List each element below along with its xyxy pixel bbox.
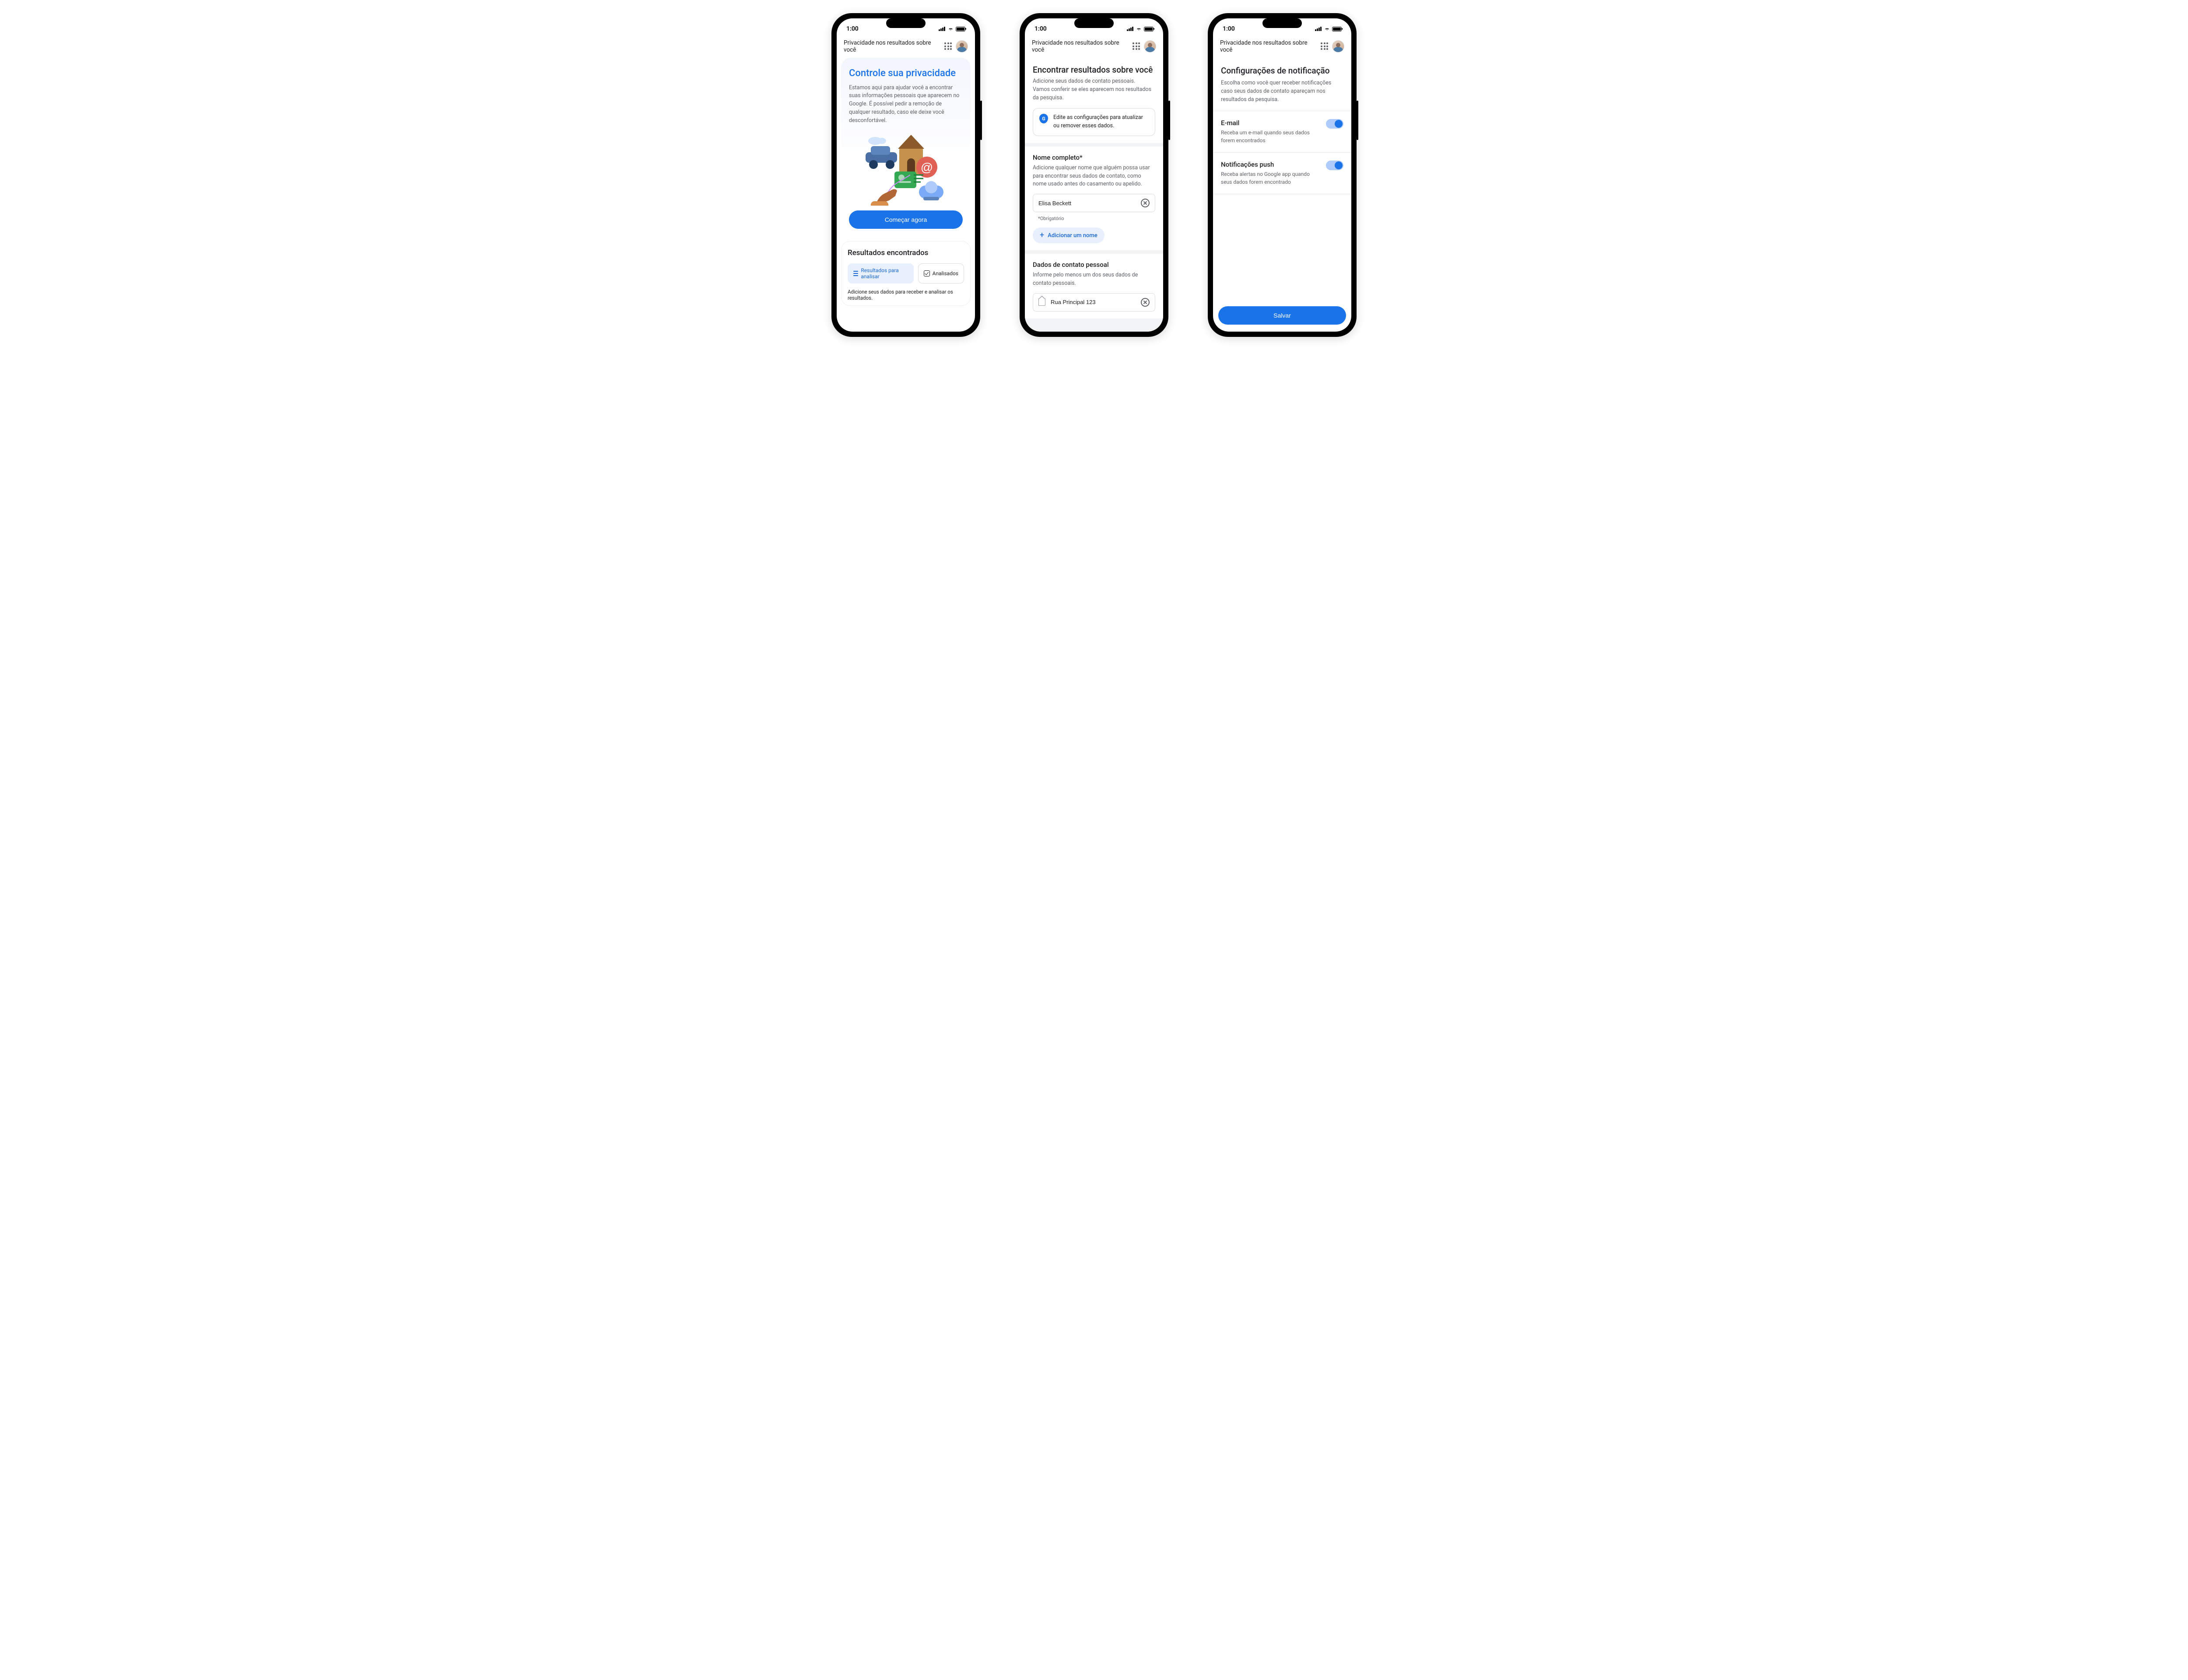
info-box[interactable]: G Edite as configurações para atualizar … [1033,108,1155,136]
screen-2: 1:00 Privacidade nos resultados sobre vo… [1025,18,1163,332]
page-title: Privacidade nos resultados sobre você [1220,39,1317,53]
address-input[interactable] [1051,299,1137,305]
status-bar: 1:00 [1025,18,1163,36]
avatar[interactable] [956,40,968,52]
push-toggle-row: Notificações push Receba alertas no Goog… [1213,153,1351,194]
page-title: Privacidade nos resultados sobre você [1032,39,1129,53]
status-bar: 1:00 [1213,18,1351,36]
email-toggle-row: E-mail Receba um e-mail quando seus dado… [1213,111,1351,153]
push-toggle-label: Notificações push [1221,161,1321,168]
hero-title: Controle sua privacidade [849,67,963,80]
page-title: Privacidade nos resultados sobre você [844,39,941,53]
chip-label: Resultados para analisar [861,267,908,280]
notification-settings-heading: Configurações de notificação [1221,66,1343,76]
add-name-button[interactable]: + Adicionar um nome [1033,228,1105,243]
shield-icon: G [1039,114,1048,123]
status-time: 1:00 [1034,25,1047,32]
app-header: Privacidade nos resultados sobre você [1213,36,1351,58]
svg-text:@: @ [921,161,933,174]
cellular-signal-icon [1315,27,1322,31]
contact-field-label: Dados de contato pessoal [1033,261,1155,269]
status-icons [1127,26,1154,32]
avatar[interactable] [1144,40,1156,52]
battery-icon [1332,27,1342,32]
chip-results-to-review[interactable]: Resultados para analisar [848,263,914,284]
status-icons [939,26,965,32]
intro-block: Encontrar resultados sobre você Adicione… [1025,58,1163,143]
notification-settings-sub: Escolha como você quer receber notificaç… [1221,79,1343,104]
phone-mockup-2: 1:00 Privacidade nos resultados sobre vo… [1020,13,1168,337]
status-time: 1:00 [1223,25,1235,32]
wifi-icon [947,26,954,32]
results-card: Resultados encontrados Resultados para a… [841,241,971,306]
chip-reviewed[interactable]: Analisados [918,263,964,284]
home-icon [1038,299,1045,306]
content-area: Encontrar resultados sobre você Adicione… [1025,58,1163,332]
wifi-icon [1136,26,1142,32]
get-started-button[interactable]: Começar agora [849,210,963,229]
push-toggle-desc: Receba alertas no Google app quando seus… [1221,170,1321,186]
cellular-signal-icon [939,27,946,31]
status-bar: 1:00 [837,18,975,36]
save-footer: Salvar [1218,306,1346,325]
intro-line-1: Adicione seus dados de contato pessoais. [1033,77,1155,86]
hero-illustration: @ [849,129,963,208]
screen-1: 1:00 Privacidade nos resultados sobre vo… [837,18,975,332]
apps-grid-icon[interactable] [1133,42,1140,50]
push-toggle-text: Notificações push Receba alertas no Goog… [1221,161,1321,186]
required-hint: *Obrigatório [1038,216,1155,221]
save-button[interactable]: Salvar [1218,306,1346,325]
clear-address-icon[interactable] [1141,298,1150,307]
email-toggle-text: E-mail Receba um e-mail quando seus dado… [1221,119,1321,144]
find-results-heading: Encontrar resultados sobre você [1033,65,1155,75]
contact-block: Dados de contato pessoal Informe pelo me… [1025,254,1163,318]
status-icons [1315,26,1342,32]
intro-line-2: Vamos conferir se eles aparecem nos resu… [1033,86,1155,102]
address-input-row[interactable] [1033,293,1155,312]
hero-description: Estamos aqui para ajudar você a encontra… [849,84,963,125]
name-input-row[interactable] [1033,194,1155,212]
phone-mockup-3: 1:00 Privacidade nos resultados sobre vo… [1208,13,1357,337]
app-header: Privacidade nos resultados sobre você [837,36,975,58]
full-name-input[interactable] [1038,200,1137,206]
content-area: Configurações de notificação Escolha com… [1213,58,1351,332]
contact-field-hint: Informe pelo menos um dos seus dados de … [1033,271,1155,288]
results-footer-note: Adicione seus dados para receber e anali… [848,289,964,301]
hero-card: Controle sua privacidade Estamos aqui pa… [841,58,971,236]
plus-icon: + [1040,231,1044,239]
email-toggle-label: E-mail [1221,119,1321,127]
name-block: Nome completo* Adicione qualquer nome qu… [1025,147,1163,250]
check-icon [924,270,930,276]
phone-mockup-1: 1:00 Privacidade nos resultados sobre vo… [831,13,980,337]
clear-name-icon[interactable] [1141,199,1150,207]
battery-icon [956,27,965,32]
app-header: Privacidade nos resultados sobre você [1025,36,1163,58]
push-switch[interactable] [1326,161,1343,170]
add-name-label: Adicionar um nome [1048,232,1098,239]
wifi-icon [1324,26,1330,32]
chip-row: Resultados para analisar Analisados [848,263,964,284]
email-switch[interactable] [1326,119,1343,129]
cellular-signal-icon [1127,27,1134,31]
battery-icon [1144,27,1154,32]
info-text: Edite as configurações para atualizar ou… [1053,114,1149,130]
notification-header: Configurações de notificação Escolha com… [1213,58,1351,111]
results-title: Resultados encontrados [848,248,964,257]
chip-label: Analisados [933,270,958,276]
content-area: Controle sua privacidade Estamos aqui pa… [837,58,975,332]
apps-grid-icon[interactable] [1321,42,1329,50]
avatar[interactable] [1332,40,1344,52]
list-icon [853,271,858,276]
email-toggle-desc: Receba um e-mail quando seus dados forem… [1221,129,1321,144]
name-field-label: Nome completo* [1033,154,1155,161]
apps-grid-icon[interactable] [944,42,952,50]
status-time: 1:00 [846,25,859,32]
name-field-hint: Adicione qualquer nome que alguém possa … [1033,164,1155,189]
screen-3: 1:00 Privacidade nos resultados sobre vo… [1213,18,1351,332]
